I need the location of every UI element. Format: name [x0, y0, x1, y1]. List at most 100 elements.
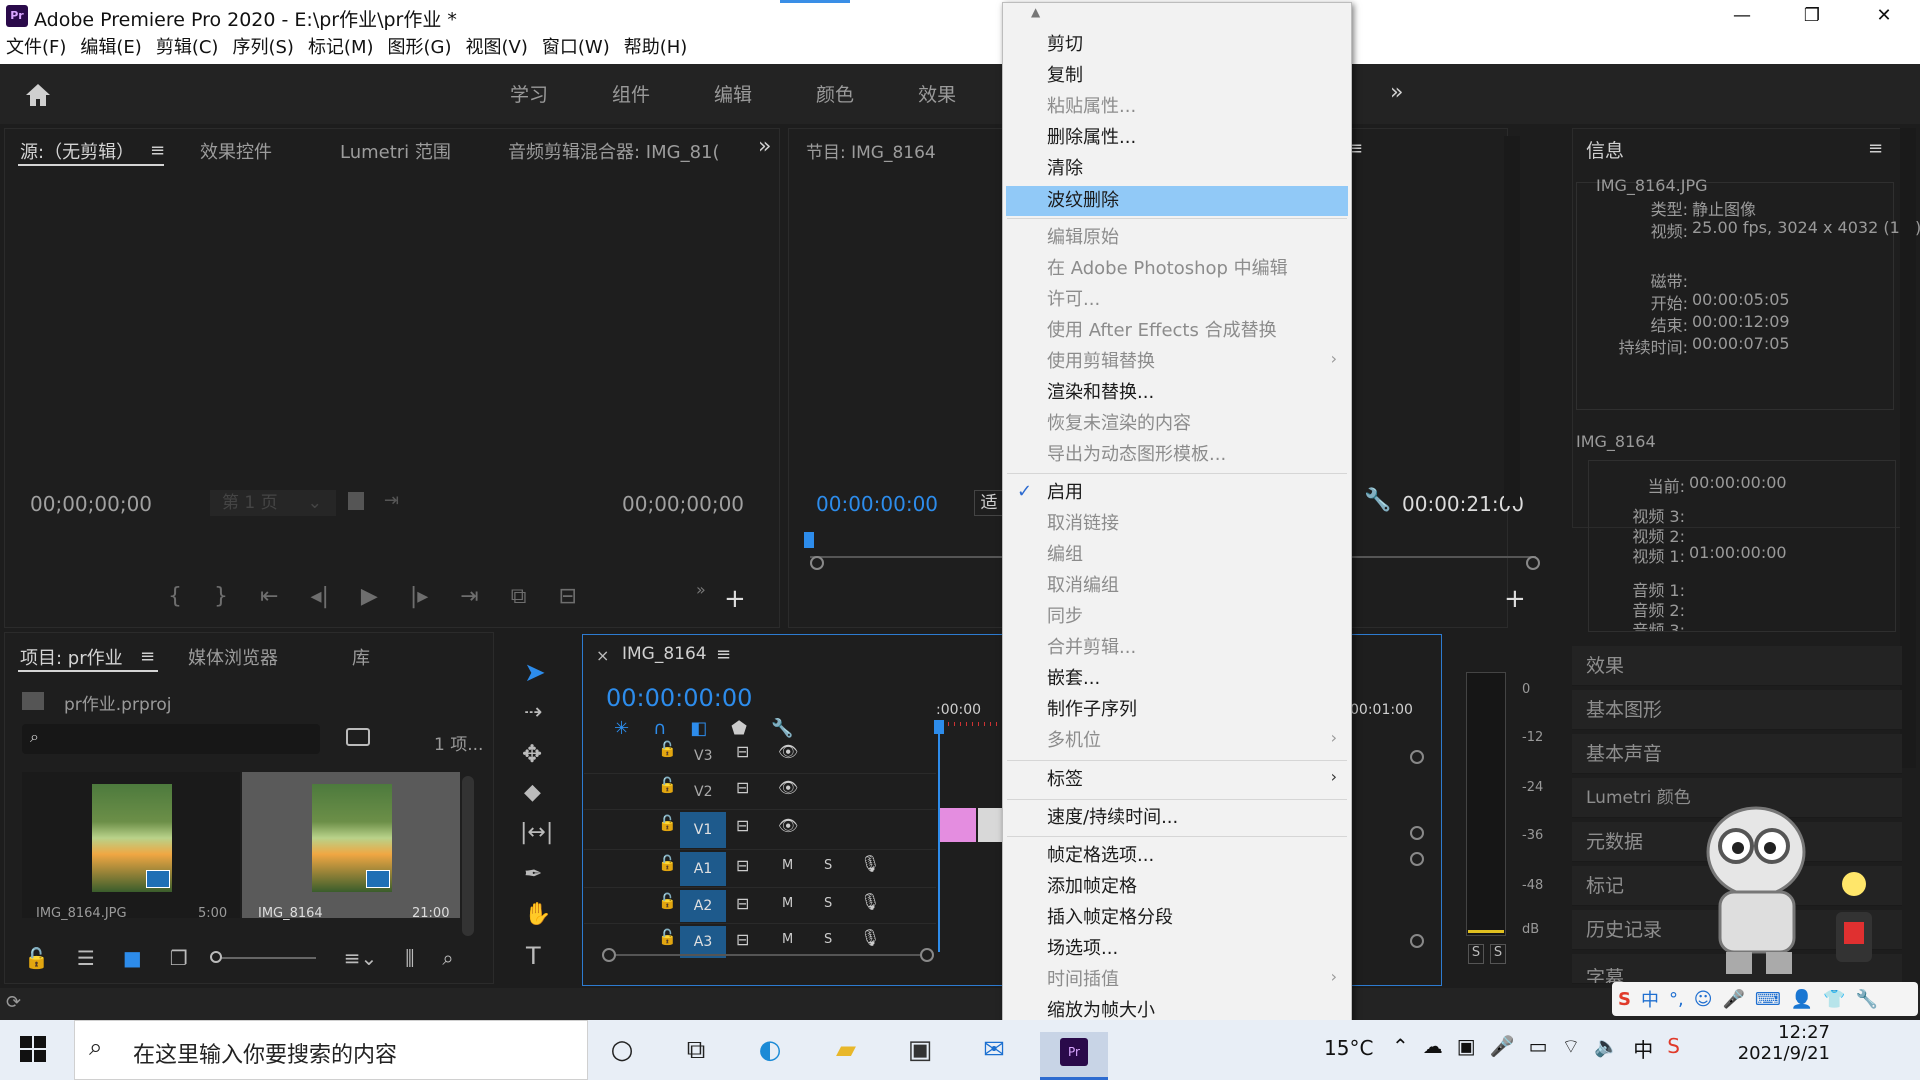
tab-audio-clip-mixer[interactable]: 音频剪辑混合器: IMG_81(	[508, 138, 724, 164]
sogou-tray-icon[interactable]: S	[1667, 1034, 1680, 1063]
lock-icon[interactable]: 🔓	[658, 928, 677, 946]
maximize-button[interactable]: ❐	[1778, 0, 1846, 34]
solo-button[interactable]: S	[824, 932, 832, 947]
lock-icon[interactable]: 🔓	[658, 740, 677, 758]
close-button[interactable]: ✕	[1850, 0, 1918, 34]
menu-item-edit-original[interactable]: 编辑原始	[1047, 223, 1119, 253]
menu-item-time-interpolation[interactable]: 时间插值	[1047, 965, 1119, 995]
list-view-icon[interactable]: ☰	[77, 946, 95, 970]
sogou-logo-icon[interactable]: S	[1618, 989, 1631, 1010]
slip-tool-icon[interactable]: |↔|	[520, 820, 553, 845]
ime-voice-icon[interactable]: 🎤	[1722, 989, 1744, 1010]
program-add-button-icon[interactable]: +	[1504, 584, 1526, 614]
tab-lumetri-scopes[interactable]: Lumetri 范围	[340, 138, 451, 164]
menu-scroll-up-icon[interactable]: ▲	[1031, 5, 1040, 19]
mute-button[interactable]: M	[782, 858, 793, 873]
menu-item-edit-in-photoshop[interactable]: 在 Adobe Photoshop 中编辑	[1047, 254, 1288, 284]
menu-edit[interactable]: 编辑(E)	[80, 34, 141, 64]
tab-effect-controls[interactable]: 效果控件	[200, 138, 272, 164]
wifi-icon[interactable]: ⌔	[1561, 1034, 1580, 1063]
ime-skin-icon[interactable]: 👕	[1823, 989, 1845, 1010]
windows-start-icon[interactable]	[20, 1036, 46, 1062]
go-to-in-icon[interactable]: ⇤	[260, 584, 278, 609]
page-icon[interactable]	[348, 492, 364, 510]
automate-to-sequence-icon[interactable]: ⫼	[405, 946, 414, 970]
track-height-handle[interactable]	[1410, 750, 1424, 764]
ime-user-icon[interactable]: 👤	[1791, 989, 1813, 1010]
menu-item-nest[interactable]: 嵌套...	[1047, 664, 1100, 694]
ripple-edit-tool-icon[interactable]: ✥	[522, 740, 542, 768]
hand-tool-icon[interactable]: ✋	[524, 902, 551, 927]
menu-item-merge-clips[interactable]: 合并剪辑...	[1047, 633, 1136, 663]
insert-icon[interactable]: ⧉	[511, 584, 527, 609]
workspace-tab-assembly[interactable]: 组件	[612, 80, 650, 107]
project-item-image[interactable]: IMG_8164.JPG 5:00	[22, 772, 240, 921]
eye-icon[interactable]: 👁	[778, 742, 798, 761]
timeline-menu-icon[interactable]: ≡	[716, 644, 731, 665]
linked-selection-icon[interactable]: ◧	[690, 718, 707, 739]
ime-punctuation-icon[interactable]: °,	[1669, 989, 1684, 1010]
timeline-clip-thumbnail[interactable]	[978, 808, 1002, 842]
new-bin-from-search-icon[interactable]	[346, 728, 370, 746]
step-back-icon[interactable]: ◂|	[310, 584, 328, 609]
lock-icon[interactable]: 🔓	[658, 776, 677, 794]
solo-button[interactable]: S	[824, 858, 832, 873]
menu-clip[interactable]: 剪辑(C)	[156, 34, 219, 64]
store-icon[interactable]: ▣	[902, 1032, 938, 1068]
home-icon[interactable]	[24, 82, 52, 108]
mark-out-icon[interactable]: }	[214, 584, 228, 609]
step-forward-icon[interactable]: |▸	[410, 584, 428, 609]
taskbar-clock[interactable]: 12:27 2021/9/21	[1730, 1022, 1830, 1064]
ime-tools-icon[interactable]: 🔧	[1856, 989, 1878, 1010]
eye-icon[interactable]: 👁	[778, 778, 798, 797]
sync-status-icon[interactable]: ⟳	[6, 992, 21, 1013]
type-tool-icon[interactable]: T	[526, 942, 541, 970]
weather-temp[interactable]: 15°C	[1324, 1036, 1373, 1060]
sync-lock-icon[interactable]: ⊟	[736, 778, 749, 797]
program-playhead[interactable]	[804, 532, 814, 548]
workspace-tab-editing[interactable]: 编辑	[714, 80, 752, 107]
fit-dropdown[interactable]: 适	[974, 490, 1004, 516]
menu-sequence[interactable]: 序列(S)	[232, 34, 293, 64]
sort-icon[interactable]: ≡⌄	[344, 946, 378, 970]
meter-solo-right[interactable]: S	[1490, 944, 1506, 964]
track-label-a1[interactable]: A1	[680, 852, 726, 886]
onedrive-icon[interactable]: ☁	[1423, 1034, 1443, 1063]
solo-button[interactable]: S	[824, 896, 832, 911]
timeline-settings-icon[interactable]: 🔧	[771, 718, 793, 739]
right-scrollbar[interactable]	[1900, 128, 1916, 768]
track-height-handle[interactable]	[1410, 934, 1424, 948]
track-select-tool-icon[interactable]: ⇢	[524, 700, 542, 725]
snap-icon[interactable]: ∩	[653, 718, 666, 739]
source-tab-menu-icon[interactable]: ≡	[150, 140, 165, 161]
minimize-button[interactable]: —	[1708, 0, 1776, 34]
taskbar-search-input[interactable]: ⌕ 在这里输入你要搜索的内容	[74, 1020, 588, 1080]
menu-item-label[interactable]: 标签	[1047, 765, 1083, 795]
menu-help[interactable]: 帮助(H)	[624, 34, 688, 64]
track-height-handle[interactable]	[1410, 826, 1424, 840]
track-label-a2[interactable]: A2	[680, 890, 726, 922]
menu-item-remove-attributes[interactable]: 删除属性...	[1047, 123, 1136, 153]
panel-effects[interactable]: 效果	[1572, 646, 1902, 686]
microphone-tray-icon[interactable]: 🎤	[1490, 1034, 1515, 1063]
timeline-clip[interactable]	[940, 808, 976, 842]
taskbar-premiere-button[interactable]: Pr	[1040, 1032, 1108, 1080]
input-method-icon[interactable]: 中	[1633, 1034, 1653, 1063]
workspace-tab-color[interactable]: 颜色	[816, 80, 854, 107]
menu-item-frame-hold-options[interactable]: 帧定格选项...	[1047, 841, 1154, 871]
microphone-icon[interactable]: 🎙	[860, 928, 880, 947]
track-label-v1[interactable]: V1	[680, 812, 726, 848]
ime-keyboard-icon[interactable]: ⌨	[1755, 989, 1781, 1010]
menu-item-ripple-delete[interactable]: 波纹删除	[1047, 186, 1119, 216]
menu-item-license[interactable]: 许可...	[1047, 285, 1100, 315]
ime-emoji-icon[interactable]: ☺	[1694, 989, 1713, 1010]
sync-lock-icon[interactable]: ⊟	[736, 742, 749, 761]
eye-icon[interactable]: 👁	[778, 816, 798, 835]
menu-item-field-options[interactable]: 场选项...	[1047, 934, 1118, 964]
workspace-tab-effects[interactable]: 效果	[918, 80, 956, 107]
task-view-icon[interactable]: ⧉	[678, 1032, 714, 1068]
menu-item-export-mogrt[interactable]: 导出为动态图形模板...	[1047, 440, 1226, 470]
panel-essential-graphics[interactable]: 基本图形	[1572, 690, 1902, 730]
icon-view-icon[interactable]: ■	[123, 946, 142, 970]
timeline-close-icon[interactable]: ×	[596, 646, 609, 665]
